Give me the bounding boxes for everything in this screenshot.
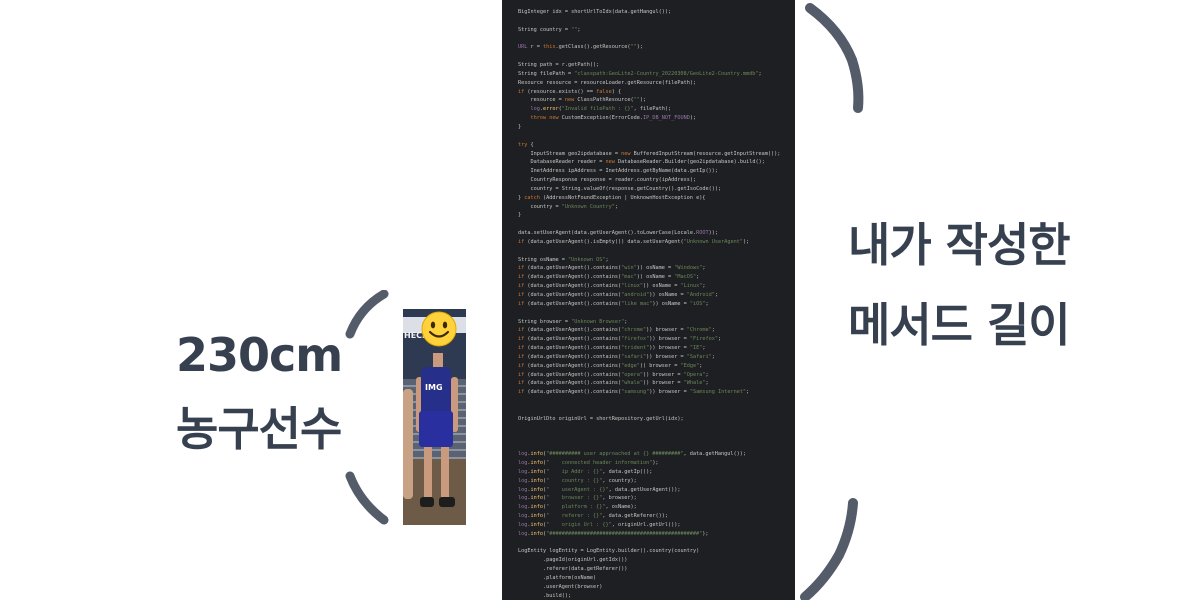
left-brace-top-icon [345,290,389,339]
code-line: if (data.getUserAgent().contains("safari… [518,353,715,360]
code-line: .platform(osName) [518,575,597,581]
code-line: country = "Unknown Country"; [530,203,618,210]
player-right-leg [441,447,449,497]
code-line: log.info(" platform : {}", osName); [518,504,637,511]
code-line: if (data.getUserAgent().contains("samsun… [518,389,750,396]
code-line: log.info(" userAgent : {}", data.getUser… [518,486,681,493]
basketball-player-caption: 농구선수 [176,402,342,456]
method-caption-line2: 메서드 길이 [848,298,1071,352]
code-line: .userAgent(browser) [518,583,603,590]
code-line: if (data.getUserAgent().contains("triden… [518,345,706,352]
code-line: if (data.getUserAgent().contains("like m… [518,300,709,307]
code-line: String path = r.getPath(); [518,62,600,69]
code-line: DatabaseReader reader = new DatabaseRead… [530,159,765,166]
code-line: } [518,123,522,130]
code-line: LogEntity logEntity = LogEntity.builder(… [518,548,700,555]
code-editor-screenshot: BigInteger idx = shortUrlToIdx(data.getH… [502,0,795,600]
code-line: String browser = "Unknown Browser"; [518,318,628,325]
code-line: if (data.getUserAgent().contains("edge")… [518,362,703,369]
player-neck [433,353,443,367]
code-line: CountryResponse response = reader.countr… [530,177,697,184]
player-right-shoe [439,497,455,507]
code-line: if (data.getUserAgent().contains("chrome… [518,327,715,334]
code-line: data.setUserAgent(data.getUserAgent().to… [518,230,718,237]
code-line: } [518,212,522,219]
code-line: log.error("Invalid filePath : {}", fileP… [530,106,672,113]
code-line: Resource resource = resourceLoader.getRe… [518,79,697,86]
code-line: resource = new ClassPathResource(""); [530,97,647,104]
code-line: if (data.getUserAgent().contains("win"))… [518,265,706,272]
code-line: .build(); [518,592,572,599]
code-line: log.info(" ip Addr : {}", data.getIp()); [518,468,653,475]
left-brace-bottom-icon [345,471,389,525]
code-line: log.info(" origin Url : {}", originUrl.g… [518,521,681,528]
code-line: log.info(" country : {}", country); [518,477,637,484]
code-line: if (data.getUserAgent().contains("linux"… [518,283,706,290]
right-brace-top-icon [805,3,864,113]
code-line: try { [518,141,534,148]
code-line: if (resource.exists() == false) { [518,88,622,95]
background-person [403,389,413,499]
smiley-face-icon [421,311,457,347]
code-line: InputStream geo2ipdatabase = new Buffere… [530,150,781,157]
code-line: OriginUrlDto originUrl = shortRepository… [518,415,684,422]
code-line: InetAddress ipAddress = InetAddress.getB… [530,168,718,175]
player-shorts [419,411,453,447]
code-line: if (data.getUserAgent().contains("whale"… [518,380,709,387]
code-line: if (data.getUserAgent().contains("opera"… [518,371,709,378]
code-line: String filePath = "classpath:GeoLite2-Co… [518,70,762,77]
code-line: } catch (AddressNotFoundException | Unkn… [518,194,706,201]
code-line: log.info("########## user approached at … [518,451,747,458]
code-line: if (data.getUserAgent().contains("mac"))… [518,274,700,281]
code-line: .referer(data.getReferer()) [518,566,628,573]
code-line: log.info("##############################… [518,530,709,537]
code-line: log.info(" referer : {}", data.getRefere… [518,513,668,520]
code-line: if (data.getUserAgent().contains("androi… [518,292,718,298]
code-line: country = String.valueOf(response.getCou… [530,185,722,192]
code-line: String country = ""; [518,26,581,33]
code-line: URL r = this.getClass().getResource(""); [518,44,643,51]
height-caption: 230cm [176,328,343,382]
code-line: log.info(" browser : {}", browser); [518,495,637,502]
code-line: throw new CustomException(ErrorCode.IP_D… [530,115,697,122]
player-left-leg [424,447,432,497]
code-lines: BigInteger idx = shortUrlToIdx(data.getH… [518,8,795,600]
jersey-logo-text: IMG [425,383,443,392]
code-line: .pageId(originUrl.getIdx()) [518,557,628,564]
player-left-shoe [420,497,434,507]
method-caption-line1: 내가 작성한 [848,218,1071,272]
code-line: if (data.getUserAgent().contains("firefo… [518,336,722,343]
code-line: BigInteger idx = shortUrlToIdx(data.getH… [518,9,672,15]
code-line: log.info(" connected header information"… [518,460,659,467]
code-line: String osName = "Unknown OS"; [518,256,609,263]
code-line: if (data.getUserAgent().isEmpty()) data.… [518,238,750,245]
right-brace-bottom-icon [800,498,858,600]
